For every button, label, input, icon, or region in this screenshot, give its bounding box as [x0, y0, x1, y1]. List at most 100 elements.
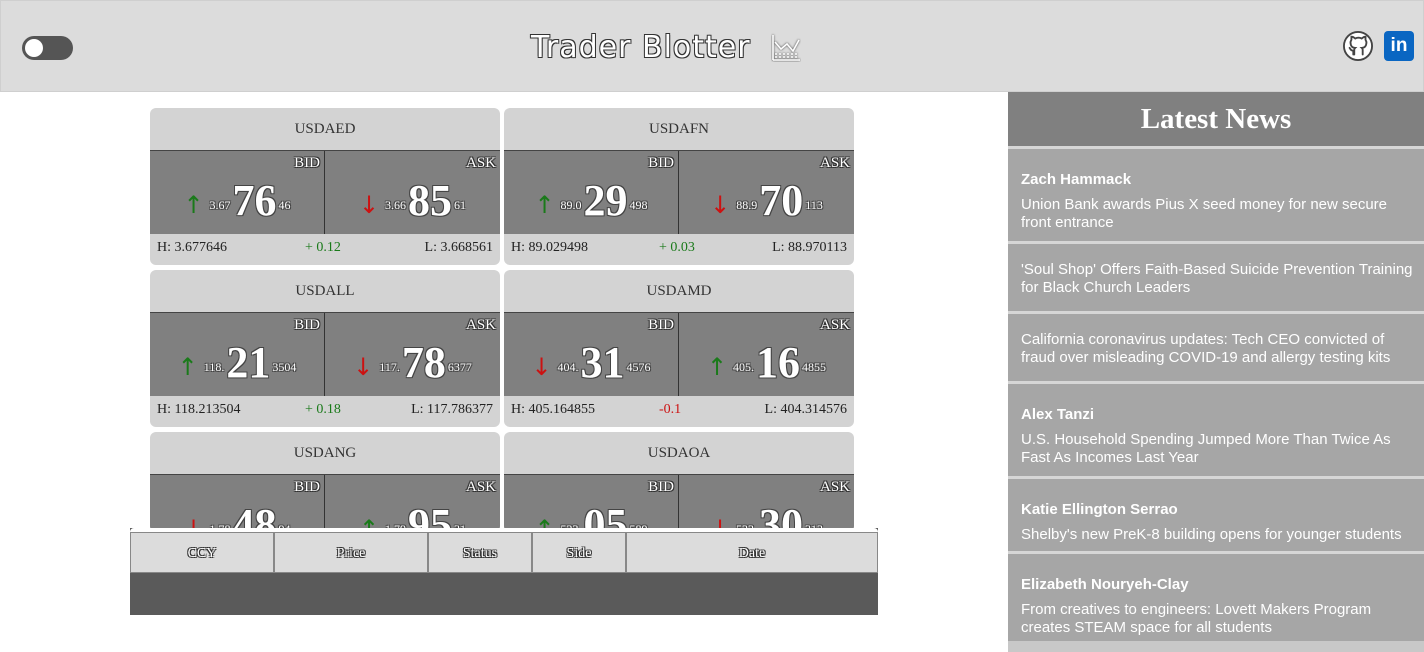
app-title: Trader Blotter: [531, 29, 751, 65]
bid-quote[interactable]: BID ↑ 3.67 76 46: [150, 151, 325, 234]
tile-quotes: BID ↑ 523. 05 589 ASK ↓ 522. 30 312: [504, 474, 854, 532]
news-item[interactable]: Katie Ellington Serrao Shelby's new PreK…: [1008, 476, 1424, 551]
tile-change: + 0.03: [659, 240, 695, 255]
price-suffix: 61: [454, 198, 467, 212]
news-headline: Union Bank awards Pius X seed money for …: [1021, 196, 1388, 231]
ask-price: ↑ 405. 16 4855: [679, 335, 854, 385]
price-prefix: 117.: [379, 360, 400, 374]
ask-quote[interactable]: ASK ↓ 3.66 85 61: [325, 151, 500, 234]
tile-symbol: USDAOA: [647, 445, 711, 461]
arrow-up-icon: ↑: [183, 191, 204, 219]
price-suffix: 46: [278, 198, 291, 212]
currency-tile[interactable]: USDANG BID ↓ 1.78 48 94 ASK ↑ 1.79 95 31: [150, 432, 500, 532]
news-panel: Latest News Zach Hammack Union Bank awar…: [1008, 92, 1424, 652]
bid-price: ↓ 1.78 48 94: [150, 497, 324, 533]
arrow-down-icon: ↓: [353, 353, 374, 381]
bid-quote[interactable]: BID ↑ 118. 21 3504: [150, 313, 325, 396]
tile-change: -0.1: [659, 402, 682, 417]
linkedin-icon[interactable]: in: [1384, 31, 1414, 61]
theme-toggle[interactable]: [22, 36, 73, 60]
price-pips: 70: [759, 176, 804, 225]
price-prefix: 405.: [733, 360, 755, 374]
tile-quotes: BID ↓ 404. 31 4576 ASK ↑ 405. 16 4855: [504, 312, 854, 396]
ask-price: ↓ 3.66 85 61: [325, 173, 500, 223]
bid-label: BID: [648, 155, 674, 171]
ask-quote[interactable]: ASK ↓ 88.9 70 113: [679, 151, 854, 234]
tile-change: + 0.18: [305, 402, 341, 417]
ask-quote[interactable]: ASK ↓ 117. 78 6377: [325, 313, 500, 396]
chart-icon: [771, 35, 800, 61]
currency-tile[interactable]: USDAOA BID ↑ 523. 05 589 ASK ↓ 522. 30 3…: [504, 432, 854, 532]
arrow-up-icon: ↑: [534, 191, 555, 219]
tile-change: + 0.12: [305, 240, 341, 255]
currency-tile[interactable]: USDAED BID ↑ 3.67 76 46 ASK ↓ 3.66 85 61: [150, 108, 500, 265]
column-date[interactable]: Date: [626, 532, 878, 573]
price-pips: 78: [401, 338, 446, 387]
tile-low: L: 404.314576: [764, 402, 847, 417]
price-pips: 76: [232, 176, 277, 225]
bid-price: ↑ 3.67 76 46: [150, 173, 324, 223]
tile-stats: H: 3.677646 + 0.12 L: 3.668561: [150, 234, 500, 264]
bid-label: BID: [648, 317, 674, 333]
column-status[interactable]: Status: [428, 532, 532, 573]
ask-label: ASK: [819, 479, 850, 495]
arrow-down-icon: ↓: [710, 191, 731, 219]
column-side[interactable]: Side: [532, 532, 626, 573]
price-prefix: 404.: [557, 360, 579, 374]
bid-quote[interactable]: BID ↓ 1.78 48 94: [150, 475, 325, 532]
bid-quote[interactable]: BID ↑ 523. 05 589: [504, 475, 679, 532]
bid-price: ↑ 89.0 29 498: [504, 173, 678, 223]
news-author: Alex Tanzi: [1021, 406, 1095, 423]
news-headline: U.S. Household Spending Jumped More Than…: [1021, 431, 1391, 466]
news-item-body: Katie Ellington Serrao Shelby's new PreK…: [1021, 479, 1424, 544]
tile-quotes: BID ↑ 118. 21 3504 ASK ↓ 117. 78 6377: [150, 312, 500, 396]
ask-quote[interactable]: ASK ↑ 1.79 95 31: [325, 475, 500, 532]
news-item[interactable]: Alex Tanzi U.S. Household Spending Jumpe…: [1008, 381, 1424, 476]
arrow-up-icon: ↑: [177, 353, 198, 381]
ask-quote[interactable]: ASK ↑ 405. 16 4855: [679, 313, 854, 396]
tile-low: L: 117.786377: [411, 402, 493, 417]
ask-label: ASK: [465, 155, 496, 171]
news-item[interactable]: California coronavirus updates: Tech CEO…: [1008, 311, 1424, 381]
github-icon[interactable]: [1343, 31, 1373, 61]
price-pips: 29: [583, 176, 628, 225]
currency-tile[interactable]: USDAMD BID ↓ 404. 31 4576 ASK ↑ 405. 16 …: [504, 270, 854, 427]
tile-high: H: 118.213504: [157, 402, 241, 417]
column-ccy[interactable]: CCY: [130, 532, 274, 573]
news-item-body: 'Soul Shop' Offers Faith-Based Suicide P…: [1021, 244, 1424, 297]
currency-tile[interactable]: USDALL BID ↑ 118. 21 3504 ASK ↓ 117. 78 …: [150, 270, 500, 427]
ask-quote[interactable]: ASK ↓ 522. 30 312: [679, 475, 854, 532]
news-headline: From creatives to engineers: Lovett Make…: [1021, 601, 1372, 636]
trades-grid: CCY Price Status Side Date: [130, 528, 878, 615]
news-headline: Shelby's new PreK-8 building opens for y…: [1021, 526, 1402, 543]
bid-quote[interactable]: BID ↓ 404. 31 4576: [504, 313, 679, 396]
ask-label: ASK: [465, 317, 496, 333]
bid-label: BID: [294, 479, 320, 495]
tile-symbol: USDAMD: [646, 283, 712, 299]
column-price[interactable]: Price: [274, 532, 428, 573]
bid-price: ↓ 404. 31 4576: [504, 335, 678, 385]
news-heading: Latest News: [1008, 92, 1424, 146]
bid-price: ↑ 523. 05 589: [504, 497, 678, 533]
tile-high: H: 405.164855: [511, 402, 595, 417]
price-prefix: 3.66: [385, 198, 407, 212]
ask-label: ASK: [819, 317, 850, 333]
tile-high: H: 3.677646: [157, 240, 227, 255]
ask-price: ↑ 1.79 95 31: [325, 497, 500, 533]
tile-low: L: 88.970113: [772, 240, 847, 255]
news-item[interactable]: Elizabeth Nouryeh-Clay From creatives to…: [1008, 551, 1424, 641]
bid-quote[interactable]: BID ↑ 89.0 29 498: [504, 151, 679, 234]
news-item-body: Zach Hammack Union Bank awards Pius X se…: [1021, 149, 1424, 232]
tile-quotes: BID ↓ 1.78 48 94 ASK ↑ 1.79 95 31: [150, 474, 500, 532]
currency-tile[interactable]: USDAFN BID ↑ 89.0 29 498 ASK ↓ 88.9 70 1…: [504, 108, 854, 265]
tile-stats: H: 89.029498 + 0.03 L: 88.970113: [504, 234, 854, 264]
price-suffix: 4855: [802, 360, 827, 374]
price-pips: 31: [580, 338, 625, 387]
title-wrap: Trader Blotter: [531, 27, 801, 67]
news-item[interactable]: Zach Hammack Union Bank awards Pius X se…: [1008, 146, 1424, 241]
tile-quotes: BID ↑ 89.0 29 498 ASK ↓ 88.9 70 113: [504, 150, 854, 234]
bid-price: ↑ 118. 21 3504: [150, 335, 324, 385]
news-item[interactable]: 'Soul Shop' Offers Faith-Based Suicide P…: [1008, 241, 1424, 311]
tile-quotes: BID ↑ 3.67 76 46 ASK ↓ 3.66 85 61: [150, 150, 500, 234]
price-pips: 85: [408, 176, 453, 225]
